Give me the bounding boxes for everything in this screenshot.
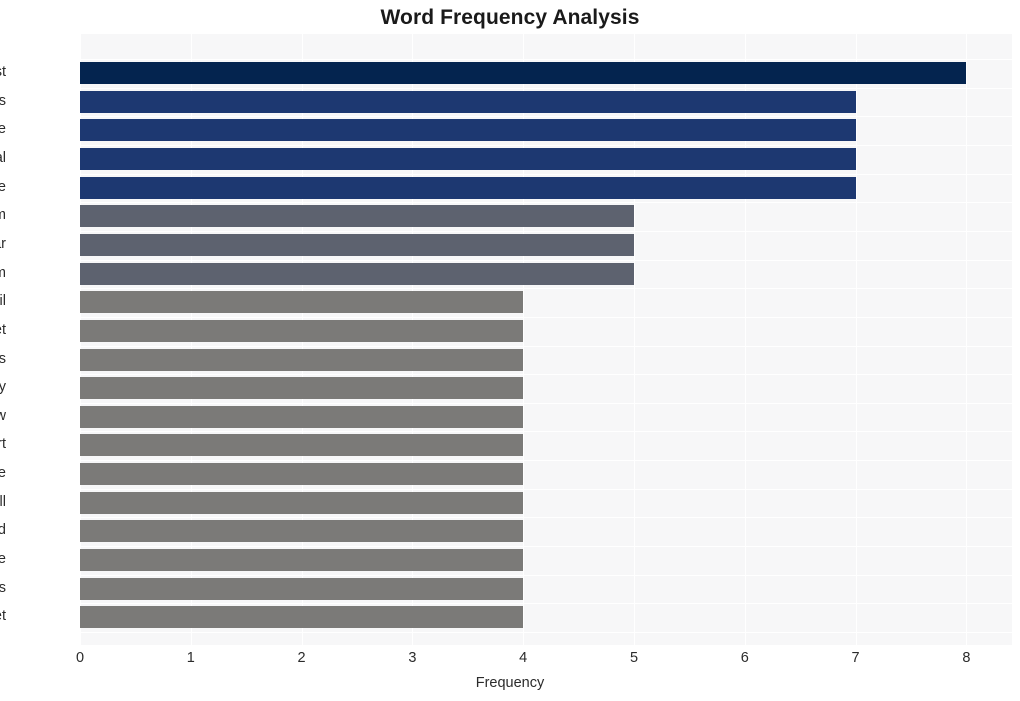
y-axis-tick-label: accord (0, 522, 6, 538)
y-axis-tick-label: zillow (0, 408, 6, 424)
bar (80, 606, 524, 628)
bar (80, 377, 524, 399)
y-axis-tick-label: list (0, 64, 6, 80)
y-gridline (80, 346, 1012, 347)
y-gridline (80, 59, 1012, 60)
y-axis-tick-label: tell (0, 494, 6, 510)
y-axis-tick-label: home (0, 121, 6, 137)
y-gridline (80, 288, 1012, 289)
bar (80, 177, 856, 199)
bar (80, 291, 524, 313)
y-axis-tick-label: kansas (0, 351, 6, 367)
y-axis-tick-label: scam (0, 265, 6, 281)
x-axis-tick-label: 1 (186, 650, 195, 666)
bar (80, 349, 524, 371)
y-gridline (80, 489, 1012, 490)
x-gridline (855, 34, 857, 645)
x-axis-tick-label: 0 (75, 650, 85, 666)
bar (80, 520, 524, 542)
bar (80, 263, 634, 285)
y-gridline (80, 517, 1012, 518)
y-axis-tick-label: star (0, 236, 6, 252)
y-axis-tick-label: real (0, 150, 6, 166)
y-gridline (80, 174, 1012, 175)
y-gridline (80, 317, 1012, 318)
bar (80, 463, 524, 485)
y-gridline (80, 431, 1012, 432)
y-axis-tick-label: estate (0, 179, 6, 195)
bar (80, 91, 856, 113)
x-axis-tick-label: 5 (629, 650, 639, 666)
x-axis-label: Frequency (475, 675, 545, 691)
y-gridline (80, 546, 1012, 547)
y-gridline (80, 202, 1012, 203)
y-axis-tick-label: report (0, 436, 6, 452)
bar (80, 119, 856, 141)
y-gridline (80, 575, 1012, 576)
x-axis-tick-label: 4 (519, 650, 528, 666)
y-gridline (80, 603, 1012, 604)
bar (80, 62, 967, 84)
x-gridline (966, 34, 968, 645)
y-axis-tick-label: house (0, 465, 6, 481)
y-gridline (80, 88, 1012, 89)
bar (80, 549, 524, 571)
y-gridline (80, 260, 1012, 261)
y-axis-tick-label: bertram (0, 207, 6, 223)
bar (80, 406, 524, 428)
y-gridline (80, 460, 1012, 461)
y-gridline (80, 374, 1012, 375)
plot-area (80, 34, 1012, 645)
bar (80, 205, 634, 227)
x-axis-tick-label: 8 (962, 650, 971, 666)
y-gridline (80, 116, 1012, 117)
y-gridline (80, 632, 1012, 633)
bar (80, 578, 524, 600)
x-axis-tick-label: 3 (408, 650, 417, 666)
x-axis-tick-label: 7 (851, 650, 860, 666)
y-axis-tick-label: market (0, 322, 6, 338)
y-axis-tick-label: internet (0, 608, 6, 624)
chart-figure: Word Frequency Analysis list buyers home re… (0, 0, 1020, 701)
y-gridline (80, 231, 1012, 232)
bar (80, 234, 634, 256)
y-axis-tick-label: email (0, 293, 6, 309)
y-axis-tick-label: city (0, 379, 6, 395)
x-axis-tick-label: 6 (740, 650, 749, 666)
y-axis-tick-label: price (0, 551, 6, 567)
y-axis-tick-label: buyers (0, 93, 6, 109)
bar (80, 434, 524, 456)
x-axis-tick-label: 2 (297, 650, 306, 666)
bar (80, 148, 856, 170)
bar (80, 492, 524, 514)
y-gridline (80, 145, 1012, 146)
chart-title: Word Frequency Analysis (380, 6, 640, 29)
y-axis-tick-label: bertrams (0, 580, 6, 596)
bar (80, 320, 524, 342)
y-gridline (80, 403, 1012, 404)
